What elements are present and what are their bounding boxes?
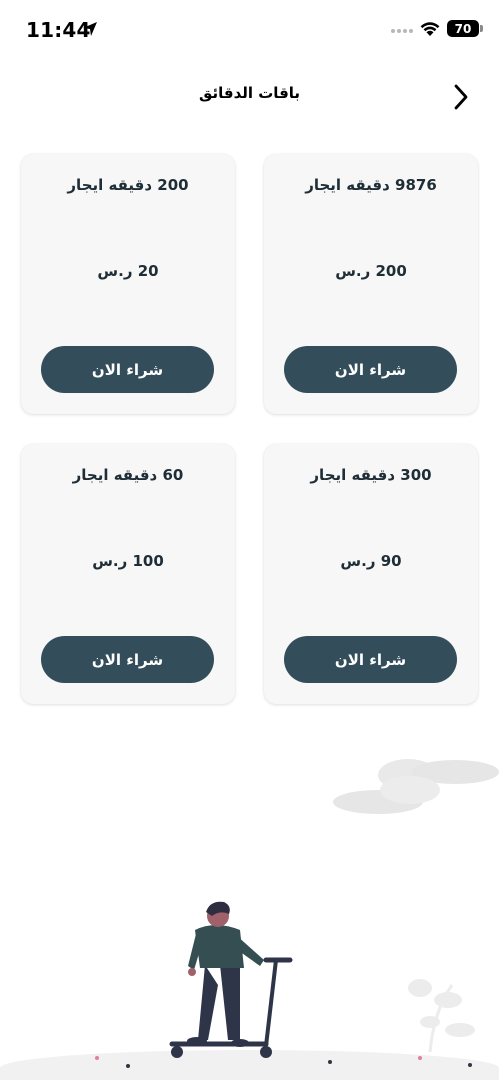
wifi-icon [420, 22, 440, 36]
battery-cap [480, 25, 483, 32]
buy-now-button[interactable]: شراء الان [41, 636, 214, 683]
package-title: 300 دقيقه ايجار [310, 466, 432, 484]
page-title: باقات الدقائق [198, 84, 301, 102]
chevron-right-icon [454, 84, 468, 110]
buy-now-button[interactable]: شراء الان [41, 346, 214, 393]
package-card: 300 دقيقه ايجار 90 ر.س شراء الان [264, 444, 478, 704]
location-arrow-icon [83, 22, 97, 36]
signal-icon [391, 29, 415, 35]
header: باقات الدقائق [0, 70, 499, 126]
package-card: 9876 دقيقه ايجار 200 ر.س شراء الان [264, 154, 478, 414]
package-price: 100 ر.س [92, 552, 164, 570]
status-time: 11:44 [26, 18, 91, 42]
battery-icon: 70 [447, 20, 479, 37]
package-price: 200 ر.س [335, 262, 407, 280]
buy-now-button[interactable]: شراء الان [284, 636, 457, 683]
package-title: 9876 دقيقه ايجار [305, 176, 437, 194]
package-title: 60 دقيقه ايجار [72, 466, 184, 484]
package-card: 200 دقيقه ايجار 20 ر.س شراء الان [21, 154, 235, 414]
package-price: 90 ر.س [340, 552, 402, 570]
package-price: 20 ر.س [97, 262, 159, 280]
package-title: 200 دقيقه ايجار [67, 176, 189, 194]
back-button[interactable] [446, 80, 476, 114]
package-card: 60 دقيقه ايجار 100 ر.س شراء الان [21, 444, 235, 704]
buy-now-button[interactable]: شراء الان [284, 346, 457, 393]
person-riding-scooter-illustration [95, 759, 499, 1068]
status-bar: 11:44 70 [0, 0, 499, 60]
